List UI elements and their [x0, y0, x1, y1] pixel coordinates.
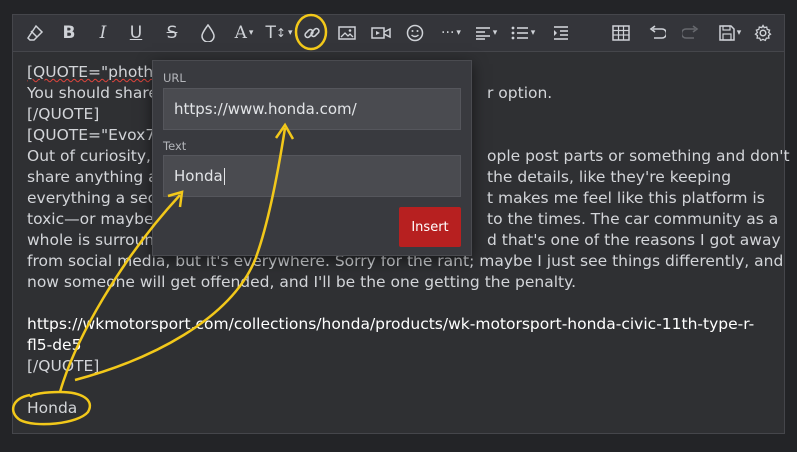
- font-family-icon[interactable]: A ▾: [229, 21, 259, 45]
- font-size-icon[interactable]: T ↕ ▾: [263, 21, 295, 45]
- editor-line: Honda: [27, 399, 78, 417]
- editor-line: [/QUOTE]: [27, 357, 100, 375]
- emoji-icon[interactable]: [403, 21, 427, 45]
- list-icon[interactable]: ▾: [507, 21, 539, 45]
- align-icon[interactable]: ▾: [471, 21, 501, 45]
- italic-icon[interactable]: I: [93, 21, 113, 45]
- editor-line: now someone will get offended, and I'll …: [27, 273, 577, 291]
- save-draft-icon[interactable]: ▾: [715, 21, 745, 45]
- text-fragment: the details, like they're keeping: [487, 168, 732, 186]
- editor-line-url: fl5-de5: [27, 336, 82, 354]
- strikethrough-icon[interactable]: S: [161, 21, 183, 45]
- indent-icon[interactable]: [549, 21, 573, 45]
- settings-gear-icon[interactable]: [751, 21, 775, 45]
- url-label: URL: [163, 71, 186, 85]
- more-options-icon[interactable]: ··· ▾: [437, 21, 465, 45]
- text-cursor: [223, 167, 225, 185]
- text-fragment: t makes me feel like this platform is: [487, 189, 765, 207]
- quote-open-text: [QUOTE="phothro: [27, 63, 169, 81]
- text-fragment: d that's one of the reasons I got away: [487, 231, 781, 249]
- editor-line-url: https://wkmotorsport.com/collections/hon…: [27, 315, 755, 333]
- link-text-input[interactable]: Honda: [163, 155, 461, 197]
- insert-link-dialog: URL https://www.honda.com/ Text Honda In…: [152, 60, 472, 256]
- table-icon[interactable]: [609, 21, 633, 45]
- link-icon[interactable]: [299, 21, 325, 45]
- bold-icon[interactable]: B: [59, 21, 79, 45]
- underline-icon[interactable]: U: [125, 21, 147, 45]
- text-fragment: ople post parts or something and don't: [487, 147, 790, 165]
- undo-icon[interactable]: [645, 21, 669, 45]
- text-color-icon[interactable]: [197, 21, 219, 45]
- eraser-icon[interactable]: [23, 21, 47, 45]
- image-icon[interactable]: [335, 21, 359, 45]
- text-fragment: r option.: [487, 84, 553, 102]
- text-fragment: to the times. The car community as a: [487, 210, 779, 228]
- editor-toolbar: B I U S A ▾ T ↕ ▾ ··· ▾ ▾ ▾ ▾: [13, 15, 784, 52]
- url-input[interactable]: https://www.honda.com/: [163, 88, 461, 130]
- redo-icon[interactable]: [679, 21, 703, 45]
- insert-button[interactable]: Insert: [399, 207, 461, 247]
- media-icon[interactable]: [369, 21, 393, 45]
- text-label: Text: [163, 139, 187, 153]
